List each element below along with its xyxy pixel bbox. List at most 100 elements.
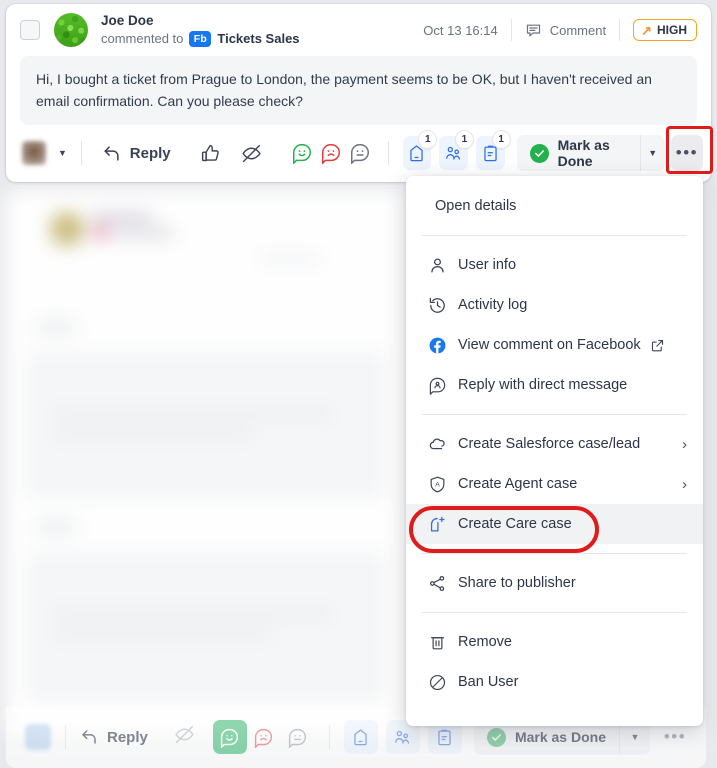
comment-panel: Joe Doe commented to Fb Tickets Sales Oc… (6, 4, 711, 182)
thumbnail-dropdown-caret[interactable]: ▼ (58, 148, 67, 158)
comment-body: Hi, I bought a ticket from Prague to Lon… (20, 56, 697, 126)
bg-line (52, 430, 252, 439)
bottom-sentiment-negative-button[interactable] (247, 727, 281, 748)
header-right: Oct 13 16:14 Comment ↗ HIGH (423, 19, 697, 41)
svg-text:A: A (435, 481, 440, 488)
menu-item-create-salesforce-case[interactable]: Create Salesforce case/lead › (406, 424, 703, 464)
bottom-sentiment-neutral-button[interactable] (281, 727, 315, 748)
mark-as-done-dropdown[interactable]: ▼ (640, 135, 664, 171)
timestamp: Oct 13 16:14 (423, 22, 498, 38)
avatar (54, 13, 88, 47)
menu-label: Create Agent case (458, 476, 578, 492)
priority-arrow-icon: ↗ (641, 22, 652, 38)
comment-type-label: Comment (549, 22, 607, 38)
history-icon (428, 296, 458, 315)
tag-button[interactable]: 1 (402, 131, 437, 171)
menu-item-activity-log[interactable]: Activity log (406, 285, 703, 325)
menu-item-create-care-case[interactable]: Create Care case (406, 504, 703, 544)
menu-item-ban-user[interactable]: Ban User (406, 662, 703, 702)
bg-line (52, 610, 332, 619)
hide-button[interactable] (237, 137, 266, 169)
facebook-icon (428, 336, 458, 355)
menu-item-view-comment-on-facebook[interactable]: View comment on Facebook (406, 325, 703, 365)
menu-label: Create Salesforce case/lead (458, 436, 641, 452)
menu-separator (422, 612, 687, 613)
menu-item-reply-with-direct-message[interactable]: Reply with direct message (406, 365, 703, 405)
agent-shield-icon: A (428, 475, 458, 494)
bottom-hide-icon[interactable] (174, 724, 195, 750)
tag-count-badge: 1 (419, 131, 437, 149)
attachment-thumbnail[interactable] (22, 141, 46, 166)
menu-label: Remove (458, 634, 512, 650)
ban-icon (428, 673, 458, 692)
bg-author-line (92, 212, 152, 223)
note-icon (438, 729, 452, 745)
comment-icon (526, 24, 540, 36)
assignee-count-badge: 1 (455, 131, 473, 149)
menu-label: View comment on Facebook (458, 337, 641, 353)
priority-badge[interactable]: ↗ HIGH (633, 19, 697, 41)
hide-icon (175, 725, 194, 744)
mark-as-done-button[interactable]: Mark as Done (517, 135, 640, 171)
sentiment-positive-icon (293, 144, 312, 165)
sentiment-positive-button[interactable] (288, 137, 317, 169)
check-icon (486, 727, 506, 747)
sentiment-negative-icon (321, 144, 340, 165)
salesforce-cloud-icon (428, 434, 458, 454)
menu-separator (422, 235, 687, 236)
reply-arrow-icon (82, 730, 96, 744)
external-link-icon (650, 338, 665, 353)
thumbs-up-icon (202, 144, 220, 162)
sentiment-neutral-icon (289, 728, 307, 748)
sentiment-negative-icon (255, 728, 273, 748)
menu-item-open-details[interactable]: Open details (406, 186, 703, 226)
menu-item-remove[interactable]: Remove (406, 622, 703, 662)
like-button[interactable] (197, 137, 226, 169)
bottom-sentiment-positive-button[interactable] (212, 720, 247, 754)
more-options-button[interactable]: ••• (670, 135, 703, 172)
bottom-mark-as-done-label: Mark as Done (514, 729, 606, 745)
menu-label: Open details (435, 198, 517, 214)
menu-item-create-agent-case[interactable]: A Create Agent case › (406, 464, 703, 504)
sentiment-negative-button[interactable] (317, 137, 346, 169)
bg-line (36, 520, 76, 534)
author-name: Joe Doe (101, 13, 154, 29)
menu-item-user-info[interactable]: User info (406, 245, 703, 285)
bg-line (52, 630, 272, 639)
author-subline: commented to Fb Tickets Sales (101, 30, 300, 48)
care-case-icon (428, 515, 458, 534)
direct-message-icon (428, 376, 458, 395)
bottom-avatar-thumb[interactable] (25, 724, 51, 750)
priority-label: HIGH (657, 23, 687, 37)
note-button[interactable]: 1 (475, 131, 510, 171)
bg-block (26, 550, 386, 700)
bottom-reply-label: Reply (107, 728, 148, 746)
bottom-tag-button[interactable] (343, 720, 378, 754)
reply-button[interactable]: Reply (96, 137, 177, 169)
bottom-reply-button[interactable]: Reply (80, 728, 148, 746)
menu-label: Share to publisher (458, 575, 576, 591)
menu-label: User info (458, 257, 517, 273)
chevron-right-icon: › (682, 475, 687, 493)
reply-label: Reply (129, 144, 171, 162)
tag-icon (354, 728, 368, 745)
sentiment-neutral-button[interactable] (345, 137, 374, 169)
bg-line (36, 320, 76, 334)
menu-item-share-to-publisher[interactable]: Share to publisher (406, 563, 703, 603)
channel-name[interactable]: Tickets Sales (217, 30, 299, 48)
menu-label: Ban User (458, 674, 519, 690)
more-options-menu: Open details User info Activity log View… (406, 176, 703, 726)
menu-label: Activity log (458, 297, 528, 313)
mark-as-done-group[interactable]: Mark as Done ▼ (516, 135, 665, 172)
divider (619, 19, 621, 41)
divider (80, 141, 82, 166)
select-comment-checkbox[interactable] (20, 20, 40, 40)
bg-line (52, 410, 332, 419)
author-block: Joe Doe commented to Fb Tickets Sales (101, 12, 300, 48)
bg-block (26, 350, 386, 500)
more-dots-icon: ••• (675, 143, 699, 163)
share-icon (428, 574, 458, 593)
menu-separator (422, 553, 687, 554)
assignee-button[interactable]: 1 (439, 131, 473, 171)
action-prefix: commented to (101, 31, 184, 47)
